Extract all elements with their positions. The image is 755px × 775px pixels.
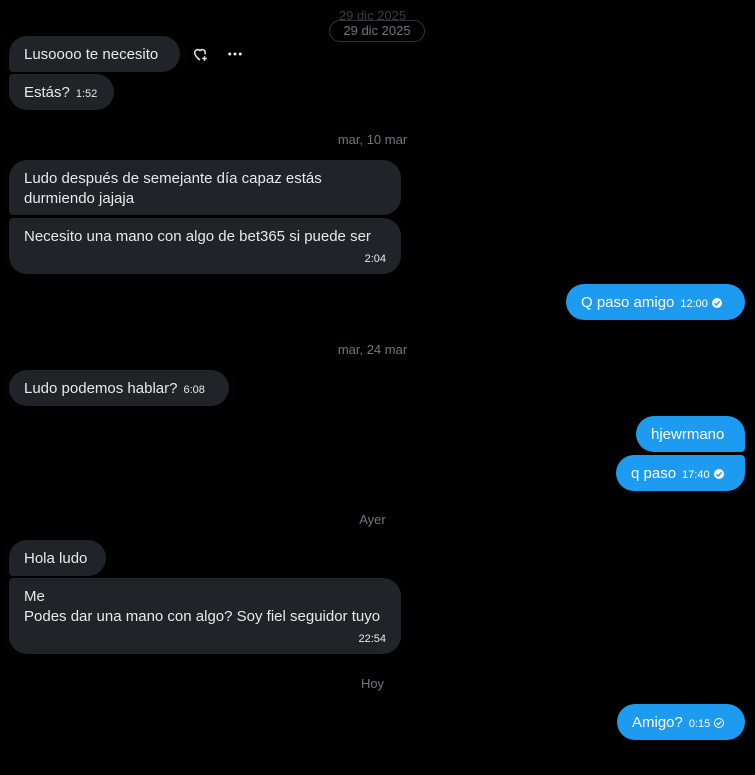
- message-text-line: Ludo después de semejante día capaz está…: [24, 170, 322, 187]
- date-divider: Ayer: [359, 512, 386, 527]
- message-text: Amigo?: [632, 714, 683, 731]
- message-text: Ludo podemos hablar?: [24, 380, 178, 397]
- message-text-line: durmiendo jajaja: [24, 190, 135, 207]
- more-horizontal-icon[interactable]: [225, 44, 245, 64]
- message-incoming[interactable]: Estás? 1:52: [9, 74, 114, 110]
- message-outgoing[interactable]: hjewrmano: [636, 416, 745, 452]
- message-outgoing[interactable]: q paso 17:40: [616, 455, 745, 491]
- message-time: 1:52: [75, 88, 98, 100]
- message-incoming[interactable]: Lusoooo te necesito: [9, 36, 180, 72]
- sent-check-icon: [714, 718, 725, 728]
- message-text: Lusoooo te necesito: [24, 46, 159, 63]
- date-divider: mar, 10 mar: [337, 132, 408, 147]
- message-text: Q paso amigo: [581, 294, 675, 311]
- message-incoming[interactable]: Ludo podemos hablar? 6:08: [9, 370, 229, 406]
- message-text: q paso: [631, 465, 677, 482]
- date-divider: mar, 24 mar: [337, 342, 408, 357]
- message-incoming[interactable]: Me Podes dar una mano con algo? Soy fiel…: [9, 578, 401, 654]
- message-text: Necesito una mano con algo de bet365 si …: [24, 228, 371, 245]
- message-time: 0:15: [688, 718, 711, 730]
- message-time: 22:54: [358, 633, 386, 645]
- read-check-icon: [713, 469, 724, 479]
- message-text-line: Me: [24, 588, 45, 605]
- message-time: 6:08: [183, 384, 205, 396]
- message-incoming[interactable]: Necesito una mano con algo de bet365 si …: [9, 218, 401, 274]
- heart-plus-icon[interactable]: [190, 44, 210, 64]
- message-time: 12:00: [680, 298, 708, 310]
- message-text-line: Podes dar una mano con algo? Soy fiel se…: [24, 608, 381, 625]
- message-text: Estás?: [24, 84, 70, 101]
- message-outgoing[interactable]: Q paso amigo 12:00: [566, 284, 745, 320]
- message-text: Hola ludo: [24, 550, 88, 567]
- message-time: 17:40: [682, 469, 710, 481]
- message-text: hjewrmano: [651, 426, 725, 443]
- read-check-icon: [711, 298, 722, 308]
- message-outgoing[interactable]: Amigo? 0:15: [617, 704, 745, 740]
- message-incoming[interactable]: Hola ludo: [9, 540, 106, 576]
- date-divider: Hoy: [360, 676, 385, 691]
- message-time: 2:04: [364, 253, 386, 265]
- message-incoming[interactable]: Ludo después de semejante día capaz está…: [9, 160, 401, 215]
- sticky-date-pill: 29 dic 2025: [329, 20, 425, 42]
